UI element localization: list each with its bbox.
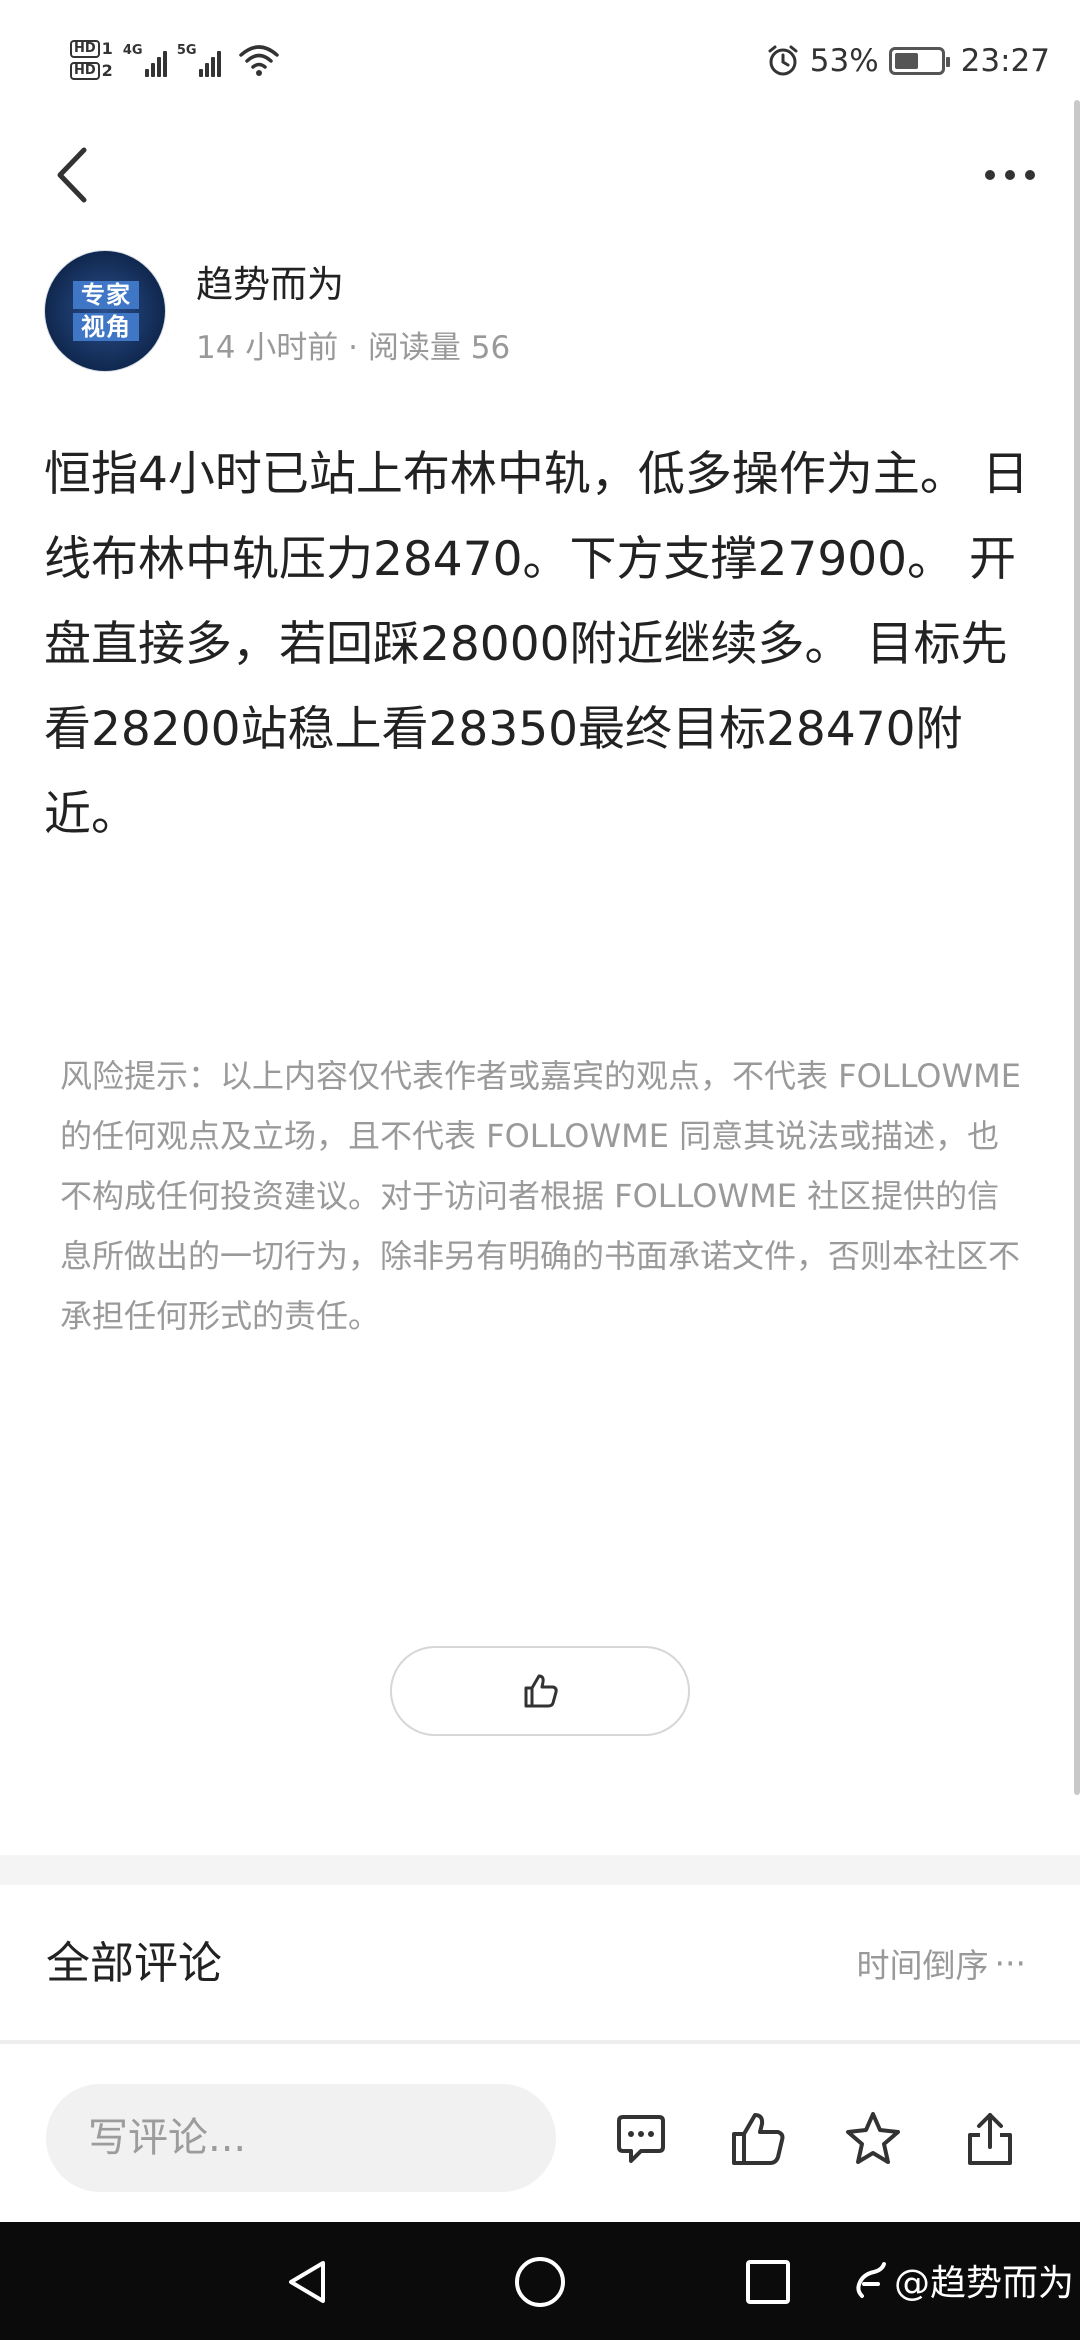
more-button[interactable] <box>970 145 1050 205</box>
author-name[interactable]: 趋势而为 <box>196 254 344 308</box>
battery-icon <box>888 47 950 75</box>
watermark: @趋势而为 <box>854 2254 1074 2306</box>
post-meta: 14 小时前 · 阅读量 56 <box>196 330 511 366</box>
comments-title: 全部评论 <box>46 1938 222 1989</box>
status-right: 53% 23:27 <box>766 36 1050 86</box>
system-recents-button[interactable] <box>738 2252 798 2312</box>
sort-order-button[interactable]: 时间倒序 ··· <box>857 1939 1026 1987</box>
sort-more-icon: ··· <box>994 1943 1026 1983</box>
alarm-icon <box>766 44 800 78</box>
triangle-back-icon <box>283 2257 333 2307</box>
author-header: 专家 视角 趋势而为 14 小时前 · 阅读量 56 <box>44 250 1044 375</box>
more-dots-icon <box>985 170 1035 180</box>
system-nav-bar: @趋势而为 <box>0 2222 1080 2340</box>
square-recents-icon <box>743 2257 793 2307</box>
comment-button[interactable] <box>606 2104 676 2174</box>
thumbs-up-icon <box>728 2109 788 2169</box>
avatar[interactable]: 专家 视角 <box>44 250 166 372</box>
system-home-button[interactable] <box>510 2252 570 2312</box>
hd-sub-2: 2 <box>101 61 113 80</box>
top-nav <box>0 120 1080 230</box>
battery-percent: 53% <box>809 43 879 79</box>
signal-4g-icon: 4G <box>123 43 167 77</box>
bottom-action-bar <box>0 2044 1080 2224</box>
status-left: HD 1 HD 2 4G 5G <box>70 30 279 90</box>
wifi-icon <box>239 43 279 77</box>
followme-logo-icon <box>854 2260 888 2300</box>
hd-badge-1: HD 1 <box>70 40 113 58</box>
scrollbar[interactable] <box>1074 100 1080 1795</box>
share-icon <box>960 2109 1020 2169</box>
comment-input[interactable] <box>46 2084 556 2192</box>
thumbs-up-icon <box>520 1671 560 1711</box>
circle-home-icon <box>513 2255 567 2309</box>
avatar-text-1: 专家 <box>73 281 139 309</box>
hd-label-2: HD <box>70 62 100 80</box>
favorite-button[interactable] <box>838 2104 908 2174</box>
hd-badge-2: HD 2 <box>70 62 113 80</box>
share-button[interactable] <box>955 2104 1025 2174</box>
hd-label-1: HD <box>70 40 100 58</box>
section-divider <box>0 1855 1080 1885</box>
comments-header: 全部评论 时间倒序 ··· <box>0 1885 1080 2040</box>
watermark-text: @趋势而为 <box>893 2263 1074 2304</box>
battery-level-fill <box>894 53 918 69</box>
avatar-text-2: 视角 <box>73 313 139 341</box>
clock: 23:27 <box>960 43 1050 79</box>
chat-bubble-icon <box>611 2109 671 2169</box>
app-screen: HD 1 HD 2 4G 5G 53% 23:27 专家 视角 趋势而为 14 … <box>0 0 1080 2340</box>
network-5g-label: 5G <box>176 43 197 58</box>
network-4g-label: 4G <box>122 43 143 58</box>
status-bar: HD 1 HD 2 4G 5G 53% 23:27 <box>0 0 1080 100</box>
signal-5g-icon: 5G <box>177 43 221 77</box>
sort-order-label: 时间倒序 <box>856 1946 989 1985</box>
article-body: 恒指4小时已站上布林中轨，低多操作为主。 日线布林中轨压力28470。下方支撑2… <box>44 447 1029 842</box>
back-button[interactable] <box>40 140 110 210</box>
system-back-button[interactable] <box>278 2252 338 2312</box>
hd-sub-1: 1 <box>101 39 113 58</box>
risk-disclaimer: 风险提示：以上内容仅代表作者或嘉宾的观点，不代表 FOLLOWME 的任何观点及… <box>60 1057 1021 1335</box>
hd-indicators: HD 1 HD 2 <box>70 40 113 80</box>
star-icon <box>843 2109 903 2169</box>
chevron-left-icon <box>40 140 110 214</box>
like-action-button[interactable] <box>723 2104 793 2174</box>
like-button[interactable] <box>390 1646 690 1736</box>
